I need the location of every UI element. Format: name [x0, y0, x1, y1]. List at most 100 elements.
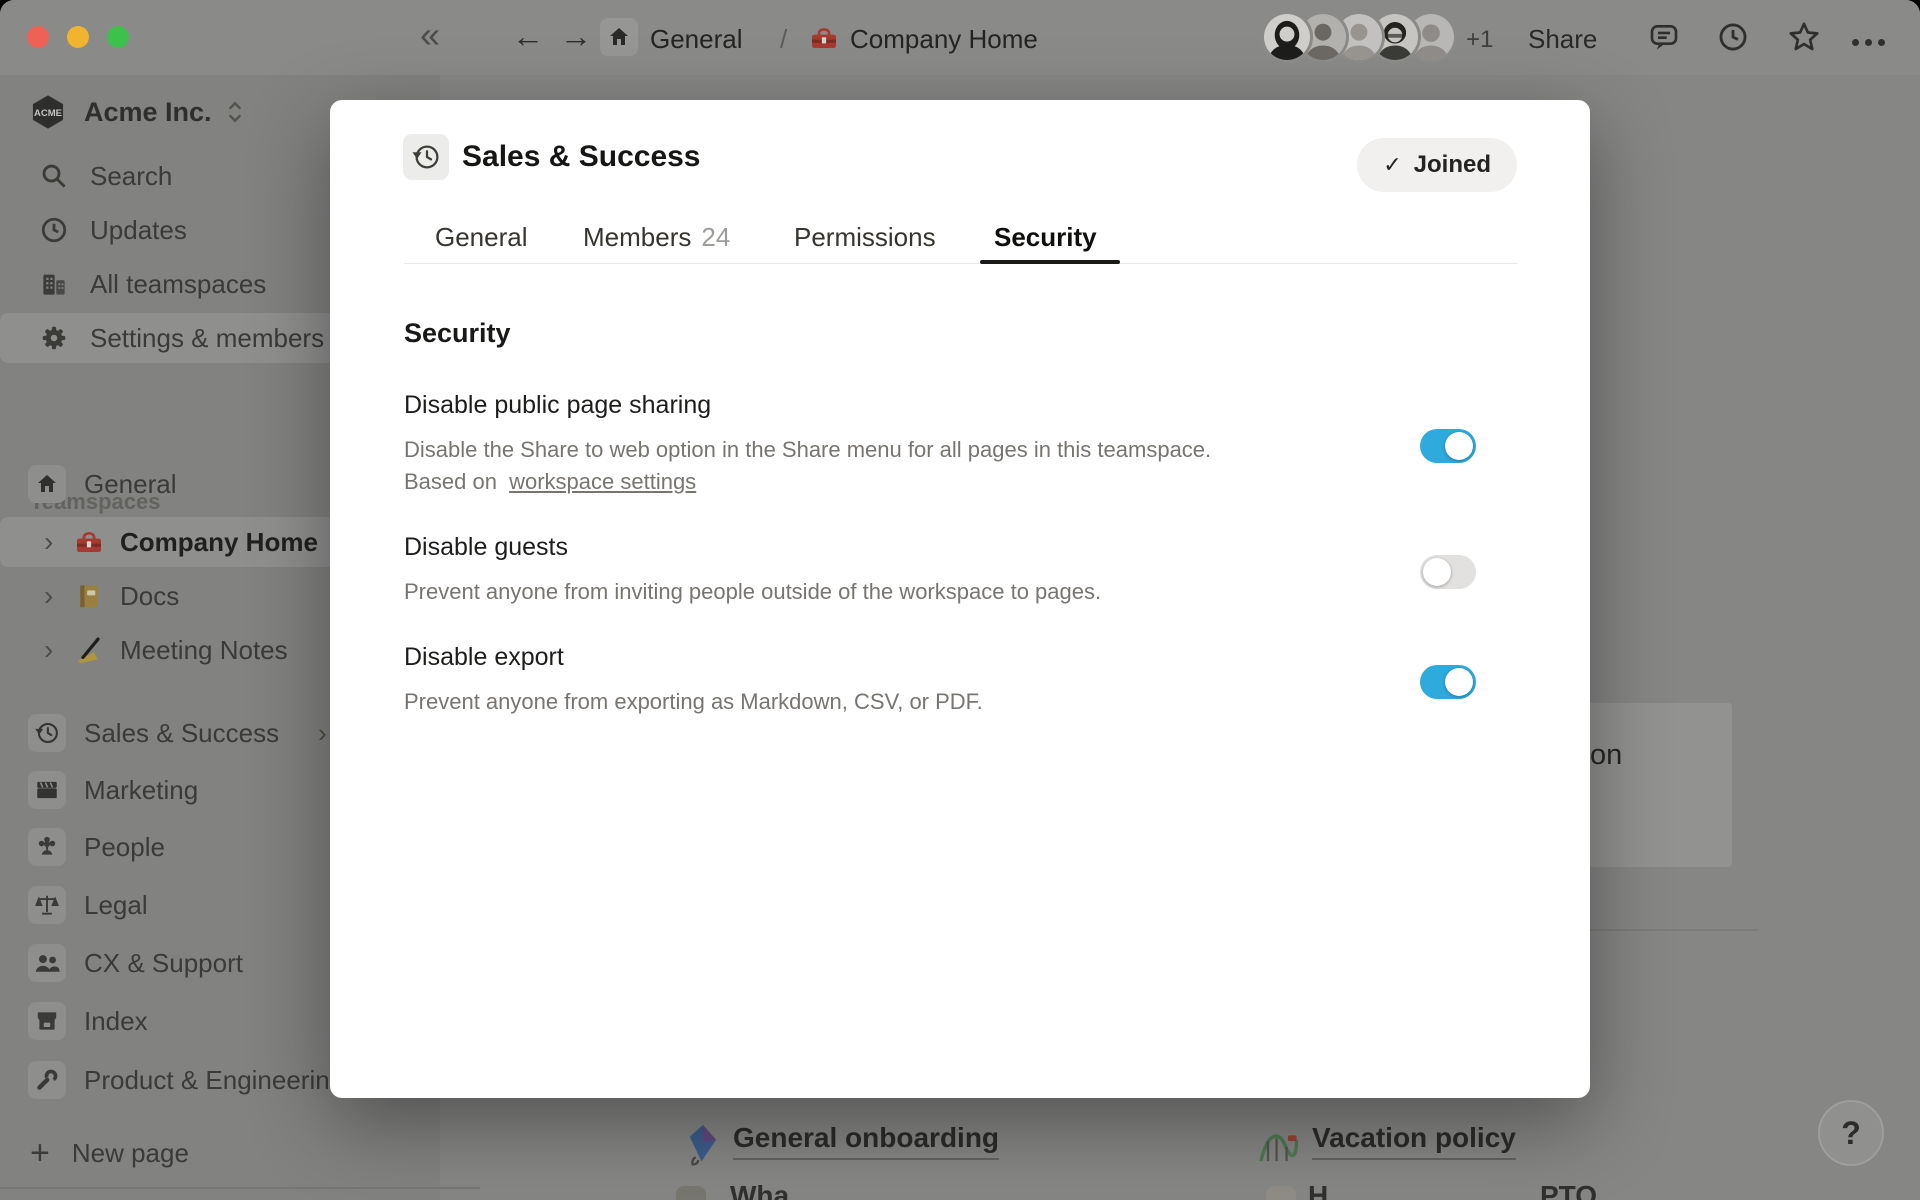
sidebar-collapse-icon[interactable]: « [420, 20, 440, 50]
wrench-icon [28, 1061, 66, 1099]
new-page-label: New page [72, 1138, 189, 1169]
toggle-knob [1445, 668, 1473, 696]
comments-icon[interactable] [1648, 21, 1680, 53]
background-divider [1590, 929, 1758, 931]
background-page-card[interactable]: on [1570, 703, 1732, 867]
toggle-knob [1445, 432, 1473, 460]
expand-chevron-icon[interactable]: › [318, 718, 327, 749]
close-window-button[interactable] [27, 26, 49, 48]
scales-icon [28, 886, 66, 924]
people-icon [28, 944, 66, 982]
clapper-board-icon [28, 771, 66, 809]
page-label: Docs [120, 581, 179, 612]
check-icon: ✓ [1383, 152, 1401, 178]
flower-icon [28, 828, 66, 866]
teamspace-label: CX & Support [84, 948, 243, 979]
new-page-button[interactable]: + New page [0, 1125, 440, 1181]
app-window: « ← → General / Company Home +1 Share [0, 0, 1920, 1200]
svg-text:ACME: ACME [34, 108, 62, 119]
workspace-settings-link[interactable]: workspace settings [509, 469, 696, 494]
setting-description: Prevent anyone from inviting people outs… [404, 576, 1101, 608]
toggle-disable-guests[interactable] [1420, 555, 1476, 589]
toggle-disable-public-sharing[interactable] [1420, 429, 1476, 463]
share-button[interactable]: Share [1528, 24, 1597, 55]
teamspace-icon-tile[interactable] [403, 134, 449, 180]
teamspace-label: Index [84, 1006, 148, 1037]
storefront-icon [28, 1002, 66, 1040]
breadcrumb-item-general[interactable]: General [650, 24, 743, 55]
avatar-overflow-count[interactable]: +1 [1466, 26, 1493, 54]
page-link-general-onboarding[interactable]: General onboarding [681, 1122, 999, 1166]
partial-page-title: H [1308, 1180, 1328, 1200]
minimize-window-button[interactable] [67, 26, 89, 48]
page-icon-partial [676, 1186, 706, 1200]
setting-title-disable-export: Disable export [404, 643, 564, 672]
roller-coaster-icon [1258, 1122, 1298, 1166]
expand-chevron-icon[interactable]: › [44, 526, 72, 558]
page-link-label: Vacation policy [1312, 1122, 1516, 1160]
joined-label: Joined [1414, 151, 1491, 179]
partial-page-title: PTO [1540, 1180, 1597, 1200]
teamspace-label: Product & Engineering [84, 1065, 344, 1096]
page-link-vacation-policy[interactable]: Vacation policy [1258, 1122, 1516, 1166]
toolbox-icon [72, 526, 106, 558]
teamspace-label: Marketing [84, 775, 198, 806]
expand-chevron-icon[interactable]: › [44, 580, 72, 612]
updates-clock-icon[interactable] [1716, 20, 1750, 54]
teamspace-settings-modal: Sales & Success ✓ Joined General Members… [330, 100, 1590, 1098]
help-button[interactable]: ? [1818, 1100, 1884, 1166]
search-icon [34, 161, 74, 191]
tab-general[interactable]: General [435, 222, 528, 253]
clock-back-icon [411, 142, 441, 172]
writing-hand-icon [72, 634, 106, 666]
setting-description: Prevent anyone from exporting as Markdow… [404, 686, 983, 718]
teamspace-label: Sales & Success [84, 718, 279, 749]
tabs-divider [404, 263, 1518, 264]
page-icon-partial [1266, 1186, 1296, 1200]
sidebar-footer-divider [0, 1187, 480, 1189]
page-label: Meeting Notes [120, 635, 288, 666]
security-section-heading: Security [404, 318, 511, 349]
toggle-disable-export[interactable] [1420, 665, 1476, 699]
toggle-knob [1423, 558, 1451, 586]
forward-button[interactable]: → [560, 21, 592, 51]
clock-icon [34, 215, 74, 245]
avatar[interactable] [1264, 14, 1310, 60]
breadcrumb-item-company-home[interactable]: Company Home [850, 24, 1038, 55]
acme-logo: ACME [28, 93, 68, 131]
sidebar-item-label: Updates [90, 215, 187, 246]
workspace-name: Acme Inc. [84, 97, 212, 128]
breadcrumb-home-icon[interactable] [600, 18, 638, 56]
breadcrumb-separator: / [780, 24, 787, 55]
plus-icon: + [30, 1134, 50, 1173]
breadcrumb-toolbox-icon [808, 22, 840, 54]
clock-back-icon [28, 714, 66, 752]
teamspace-label: Legal [84, 890, 148, 921]
tab-security[interactable]: Security [994, 222, 1097, 253]
top-bar: « ← → General / Company Home +1 Share [0, 0, 1920, 75]
favorite-star-icon[interactable] [1786, 19, 1822, 55]
joined-button[interactable]: ✓ Joined [1357, 138, 1517, 192]
home-icon [607, 25, 631, 49]
home-icon [28, 465, 66, 503]
tab-permissions[interactable]: Permissions [794, 222, 936, 253]
gear-icon [34, 323, 74, 353]
sidebar-item-label: Search [90, 161, 172, 192]
tab-members[interactable]: Members24 [583, 222, 730, 253]
buildings-icon [34, 269, 74, 299]
active-tab-underline [980, 260, 1120, 264]
partial-page-title: Wha [730, 1180, 789, 1200]
sidebar-item-label: All teamspaces [90, 269, 266, 300]
setting-description: Disable the Share to web option in the S… [404, 434, 1211, 498]
expand-chevron-icon[interactable]: › [44, 634, 72, 666]
teamspace-label: General [84, 469, 177, 500]
setting-title-disable-guests: Disable guests [404, 533, 568, 562]
setting-title-disable-public-sharing: Disable public page sharing [404, 391, 711, 420]
sidebar-item-label: Settings & members [90, 323, 324, 354]
more-options-icon[interactable] [1852, 33, 1891, 51]
zoom-window-button[interactable] [107, 26, 129, 48]
teamspace-label: People [84, 832, 165, 863]
back-button[interactable]: ← [512, 21, 544, 51]
card-text-fragment: on [1590, 739, 1622, 772]
page-label: Company Home [120, 527, 318, 558]
